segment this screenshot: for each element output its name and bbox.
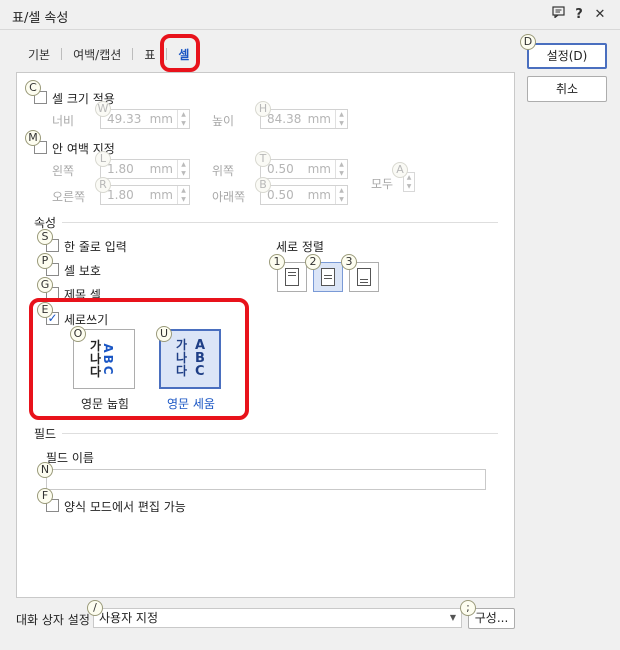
field-name-label: 필드 이름 [46, 451, 94, 465]
shortcut-badge-w: W [95, 101, 111, 117]
tab-divider [61, 48, 63, 60]
shortcut-badge-2: 2 [305, 254, 321, 270]
shortcut-badge-l: L [95, 151, 111, 167]
shortcut-badge-c: C [25, 80, 41, 96]
shortcut-badge-h: H [255, 101, 271, 117]
bottom-margin-input[interactable]: 0.50 mm ▲ ▼ [260, 185, 348, 205]
shortcut-badge-1: 1 [269, 254, 285, 270]
shortcut-badge-d: D [520, 34, 536, 50]
field-name-input[interactable] [46, 469, 486, 490]
tab-table[interactable]: 표 [142, 46, 157, 63]
shortcut-badge-3: 3 [341, 254, 357, 270]
tab-basic[interactable]: 기본 [26, 46, 52, 63]
title-bar [0, 0, 620, 30]
shortcut-badge-s: S [37, 229, 53, 245]
top-margin-label: 위쪽 [212, 164, 235, 178]
comment-icon[interactable] [549, 6, 567, 24]
dialog-setting-select[interactable]: 사용자 지정 ▼ [93, 608, 462, 628]
align-top-icon [285, 268, 299, 286]
right-margin-spinner[interactable]: ▲ ▼ [177, 186, 189, 204]
left-margin-label: 왼쪽 [52, 164, 75, 178]
field-section-title: 필드 [34, 427, 57, 441]
shortcut-badge-r: R [95, 177, 111, 193]
help-icon[interactable]: ? [570, 6, 588, 24]
shortcut-badge-t: T [255, 151, 271, 167]
right-margin-input[interactable]: 1.80 mm ▲ ▼ [100, 185, 190, 205]
all-margin-label: 모두 [371, 177, 394, 191]
shortcut-badge-a: A [392, 162, 408, 178]
cell-protect-label: 셀 보호 [64, 264, 101, 278]
single-line-label: 한 줄로 입력 [64, 240, 127, 254]
right-margin-label: 오른쪽 [52, 190, 86, 204]
top-margin-spinner[interactable]: ▲ ▼ [335, 160, 347, 178]
chevron-down-icon: ▼ [449, 613, 456, 622]
shortcut-badge-p: P [37, 253, 53, 269]
shortcut-badge-m: M [25, 130, 41, 146]
dialog-setting-label: 대화 상자 설정 [16, 613, 90, 627]
ok-button[interactable]: 설정(D) [527, 43, 607, 69]
tab-divider [132, 48, 134, 60]
vertical-writing-highlight-ring [29, 298, 249, 420]
shortcut-badge-n: N [37, 462, 53, 478]
window-title: 표/셀 속성 [12, 11, 69, 26]
tab-highlight-ring [160, 34, 200, 72]
width-label: 너비 [52, 114, 75, 128]
width-input[interactable]: 49.33 mm ▲ ▼ [100, 109, 190, 129]
shortcut-badge-b: B [255, 177, 271, 193]
form-edit-label: 양식 모드에서 편집 가능 [64, 500, 186, 514]
top-margin-input[interactable]: 0.50 mm ▲ ▼ [260, 159, 348, 179]
shortcut-badge-f: F [37, 488, 53, 504]
shortcut-badge-semicolon: ; [460, 600, 476, 616]
left-margin-spinner[interactable]: ▲ ▼ [177, 160, 189, 178]
align-middle-icon [321, 268, 335, 286]
height-input[interactable]: 84.38 mm ▲ ▼ [260, 109, 348, 129]
height-spinner[interactable]: ▲ ▼ [335, 110, 347, 128]
height-label: 높이 [212, 114, 235, 128]
align-bottom-icon [357, 268, 371, 286]
cancel-button[interactable]: 취소 [527, 76, 607, 102]
shortcut-badge-slash: / [87, 600, 103, 616]
width-spinner[interactable]: ▲ ▼ [177, 110, 189, 128]
tab-margin-caption[interactable]: 여백/캡션 [71, 46, 123, 63]
bottom-margin-label: 아래쪽 [212, 190, 246, 204]
left-margin-input[interactable]: 1.80 mm ▲ ▼ [100, 159, 190, 179]
section-divider [62, 433, 498, 434]
vertical-align-label: 세로 정렬 [276, 240, 324, 254]
close-icon[interactable]: ✕ [591, 6, 609, 24]
section-divider [62, 222, 498, 223]
shortcut-badge-g: G [37, 277, 53, 293]
bottom-margin-spinner[interactable]: ▲ ▼ [335, 186, 347, 204]
